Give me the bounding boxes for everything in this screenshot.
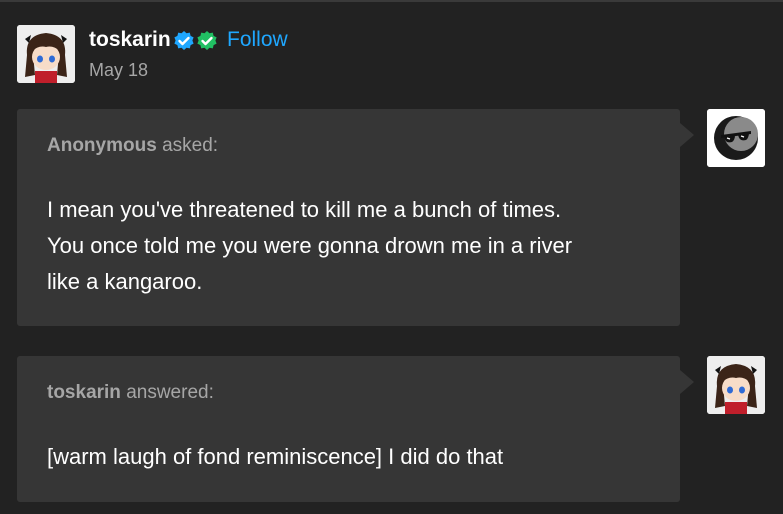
ask-bubble: Anonymous asked: I mean you've threatene… — [17, 109, 694, 326]
asked-label: asked: — [162, 135, 219, 156]
verified-green-badge-icon — [197, 31, 217, 50]
verified-blue-badge-icon — [174, 31, 194, 50]
ask-line: You once told me you were gonna drown me… — [47, 233, 573, 258]
ask-line: like a kangaroo. — [47, 269, 203, 294]
answerer-avatar[interactable] — [707, 356, 765, 414]
anonymous-avatar — [707, 109, 765, 167]
ask-line: I mean you've threatened to kill me a bu… — [47, 197, 562, 222]
answer-header: toskarin answered: — [47, 382, 214, 404]
author-name[interactable]: toskarin — [89, 28, 171, 52]
answered-label: answered: — [126, 382, 214, 403]
top-divider — [0, 0, 783, 2]
answerer-name[interactable]: toskarin — [47, 382, 121, 403]
post-date[interactable]: May 18 — [89, 60, 148, 81]
follow-button[interactable]: Follow — [227, 28, 288, 52]
answer-bubble: toskarin answered: [warm laugh of fond r… — [17, 356, 694, 502]
anime-girl-avatar-icon — [17, 25, 75, 83]
author-avatar[interactable] — [17, 25, 75, 83]
ask-text: I mean you've threatened to kill me a bu… — [47, 192, 657, 300]
asker-name: Anonymous — [47, 135, 157, 156]
ask-header: Anonymous asked: — [47, 135, 218, 157]
sunglasses-moon-icon — [707, 109, 765, 167]
answer-text: [warm laugh of fond reminiscence] I did … — [47, 444, 504, 469]
anime-girl-avatar-icon — [707, 356, 765, 414]
